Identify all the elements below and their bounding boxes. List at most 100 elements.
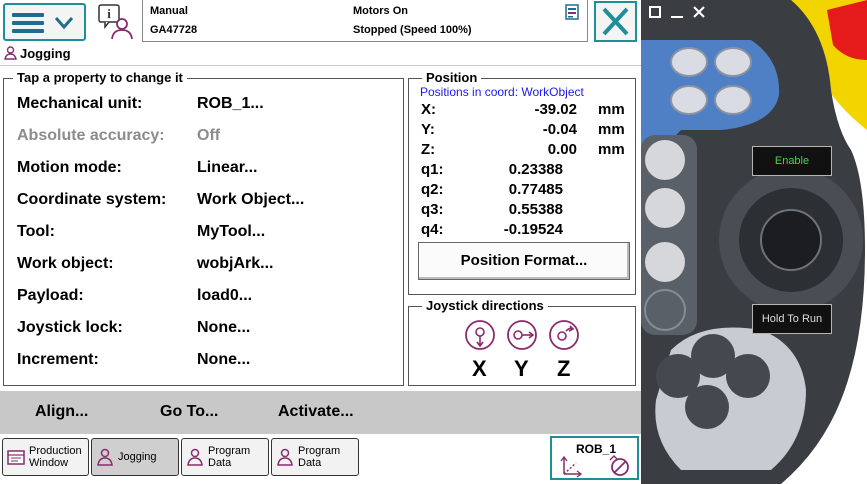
title-divider — [0, 65, 641, 66]
joystick[interactable] — [760, 209, 822, 271]
property-value: None... — [197, 351, 251, 368]
activate-button[interactable]: Activate... — [278, 403, 354, 421]
task-program-data-2[interactable]: Program Data — [271, 438, 359, 476]
position-value: 0.23388 — [508, 161, 563, 178]
joystick-x-icon — [465, 320, 495, 350]
abb-menu-button[interactable] — [3, 3, 86, 41]
position-row-q4: q4: -0.19524 — [421, 221, 621, 241]
property-value: None... — [197, 319, 251, 336]
user-info-icon[interactable]: i — [96, 3, 136, 41]
flexpendant-device: Enable Hold To Run — [641, 0, 867, 484]
task-bar: Production Window Jogging Program Data Pro… — [0, 434, 641, 484]
position-value: 0.00 — [547, 141, 577, 158]
event-log-icon[interactable] — [565, 4, 579, 20]
status-bar[interactable]: Manual GA47728 Motors On Stopped (Speed … — [142, 0, 588, 42]
joystick-y-icon — [507, 320, 537, 350]
quickset-icon — [560, 455, 629, 478]
close-icon — [602, 7, 629, 36]
enable-button[interactable]: Enable — [752, 146, 832, 176]
increment-key[interactable] — [644, 289, 686, 331]
position-row-q2: q2: 0.77485 — [421, 181, 621, 201]
device-body — [641, 0, 867, 484]
programmable-key-2[interactable] — [714, 47, 752, 77]
property-label: Mechanical unit: — [17, 95, 143, 112]
property-value: load0... — [197, 287, 253, 304]
chevron-down-icon — [54, 17, 74, 30]
task-jogging[interactable]: Jogging — [91, 438, 179, 476]
joystick-z-icon — [549, 320, 579, 350]
program-state: Stopped (Speed 100%) — [353, 24, 472, 36]
align-button[interactable]: Align... — [35, 403, 88, 421]
position-value: 0.55388 — [508, 201, 563, 218]
app-title: Jogging — [4, 46, 71, 61]
program-data-icon — [277, 448, 293, 466]
position-row-x: X: -39.02 mm — [421, 101, 625, 121]
position-group-title: Position — [422, 70, 482, 85]
task-program-data[interactable]: Program Data — [181, 438, 269, 476]
position-key: Y: — [421, 121, 435, 138]
task-label: Program Data — [298, 445, 341, 469]
jogging-icon — [97, 448, 113, 466]
position-value: -39.02 — [534, 101, 577, 118]
task-label: Production Window — [29, 445, 82, 469]
go-to-button[interactable]: Go To... — [160, 403, 218, 421]
minimize-icon[interactable] — [671, 6, 683, 18]
position-format-button[interactable]: Position Format... — [418, 242, 630, 280]
position-key: q1: — [421, 161, 444, 178]
position-unit: mm — [598, 141, 625, 158]
property-label: Joystick lock: — [17, 319, 123, 336]
property-label: Motion mode: — [17, 159, 122, 176]
step-forward-button[interactable] — [726, 354, 770, 398]
property-value: wobjArk... — [197, 255, 274, 272]
property-label: Coordinate system: — [17, 191, 167, 208]
joystick-axis-label-y: Y — [514, 356, 529, 381]
property-value: ROB_1... — [197, 95, 264, 112]
maximize-icon[interactable] — [649, 6, 661, 18]
joystick-directions-group: Joystick directions X Y Z — [408, 298, 636, 386]
hold-to-run-button[interactable]: Hold To Run — [752, 304, 832, 334]
property-label: Payload: — [17, 287, 84, 304]
menu-icon — [12, 13, 44, 33]
position-key: X: — [421, 101, 436, 118]
app-title-text: Jogging — [20, 46, 71, 61]
close-window-icon[interactable] — [693, 6, 705, 18]
position-key: q4: — [421, 221, 444, 238]
task-label: Jogging — [118, 451, 157, 463]
programmable-key-4[interactable] — [714, 85, 752, 115]
mechanical-unit-key[interactable] — [645, 140, 685, 180]
position-value: -0.04 — [542, 121, 577, 138]
position-value: -0.19524 — [503, 221, 563, 238]
position-unit: mm — [598, 121, 625, 138]
program-data-icon — [187, 448, 203, 466]
position-unit: mm — [598, 101, 625, 118]
properties-group-title: Tap a property to change it — [13, 70, 187, 85]
position-row-q3: q3: 0.55388 — [421, 201, 621, 221]
position-key: q2: — [421, 181, 444, 198]
position-key: q3: — [421, 201, 444, 218]
quickset-button[interactable]: ROB_1 — [550, 436, 639, 480]
coord-note: Positions in coord: WorkObject — [420, 85, 584, 99]
position-row-z: Z: 0.00 mm — [421, 141, 625, 161]
property-value: Work Object... — [197, 191, 305, 208]
joystick-group-title: Joystick directions — [422, 298, 548, 313]
flexpendant-screen: i Manual GA47728 Motors On Stopped (Spee… — [0, 0, 641, 484]
joystick-axis-label-x: X — [472, 356, 487, 381]
command-bar: Align... Go To... Activate... — [0, 391, 641, 434]
position-row-q1: q1: 0.23388 — [421, 161, 621, 181]
property-value: Off — [197, 127, 221, 144]
production-window-icon — [7, 450, 25, 465]
jogging-icon — [4, 46, 17, 60]
task-production-window[interactable]: Production Window — [2, 438, 89, 476]
position-group: Position Positions in coord: WorkObject … — [408, 70, 636, 295]
close-button[interactable] — [594, 1, 637, 42]
programmable-key-3[interactable] — [670, 85, 708, 115]
joystick-axis-label-z: Z — [557, 356, 571, 381]
property-label: Increment: — [17, 351, 99, 368]
property-label: Work object: — [17, 255, 114, 272]
programmable-key-1[interactable] — [670, 47, 708, 77]
operating-mode: Manual — [150, 5, 188, 17]
coordinate-key[interactable] — [645, 242, 685, 282]
task-label: Program Data — [208, 445, 251, 469]
stop-button[interactable] — [685, 385, 729, 429]
motion-mode-key[interactable] — [645, 188, 685, 228]
